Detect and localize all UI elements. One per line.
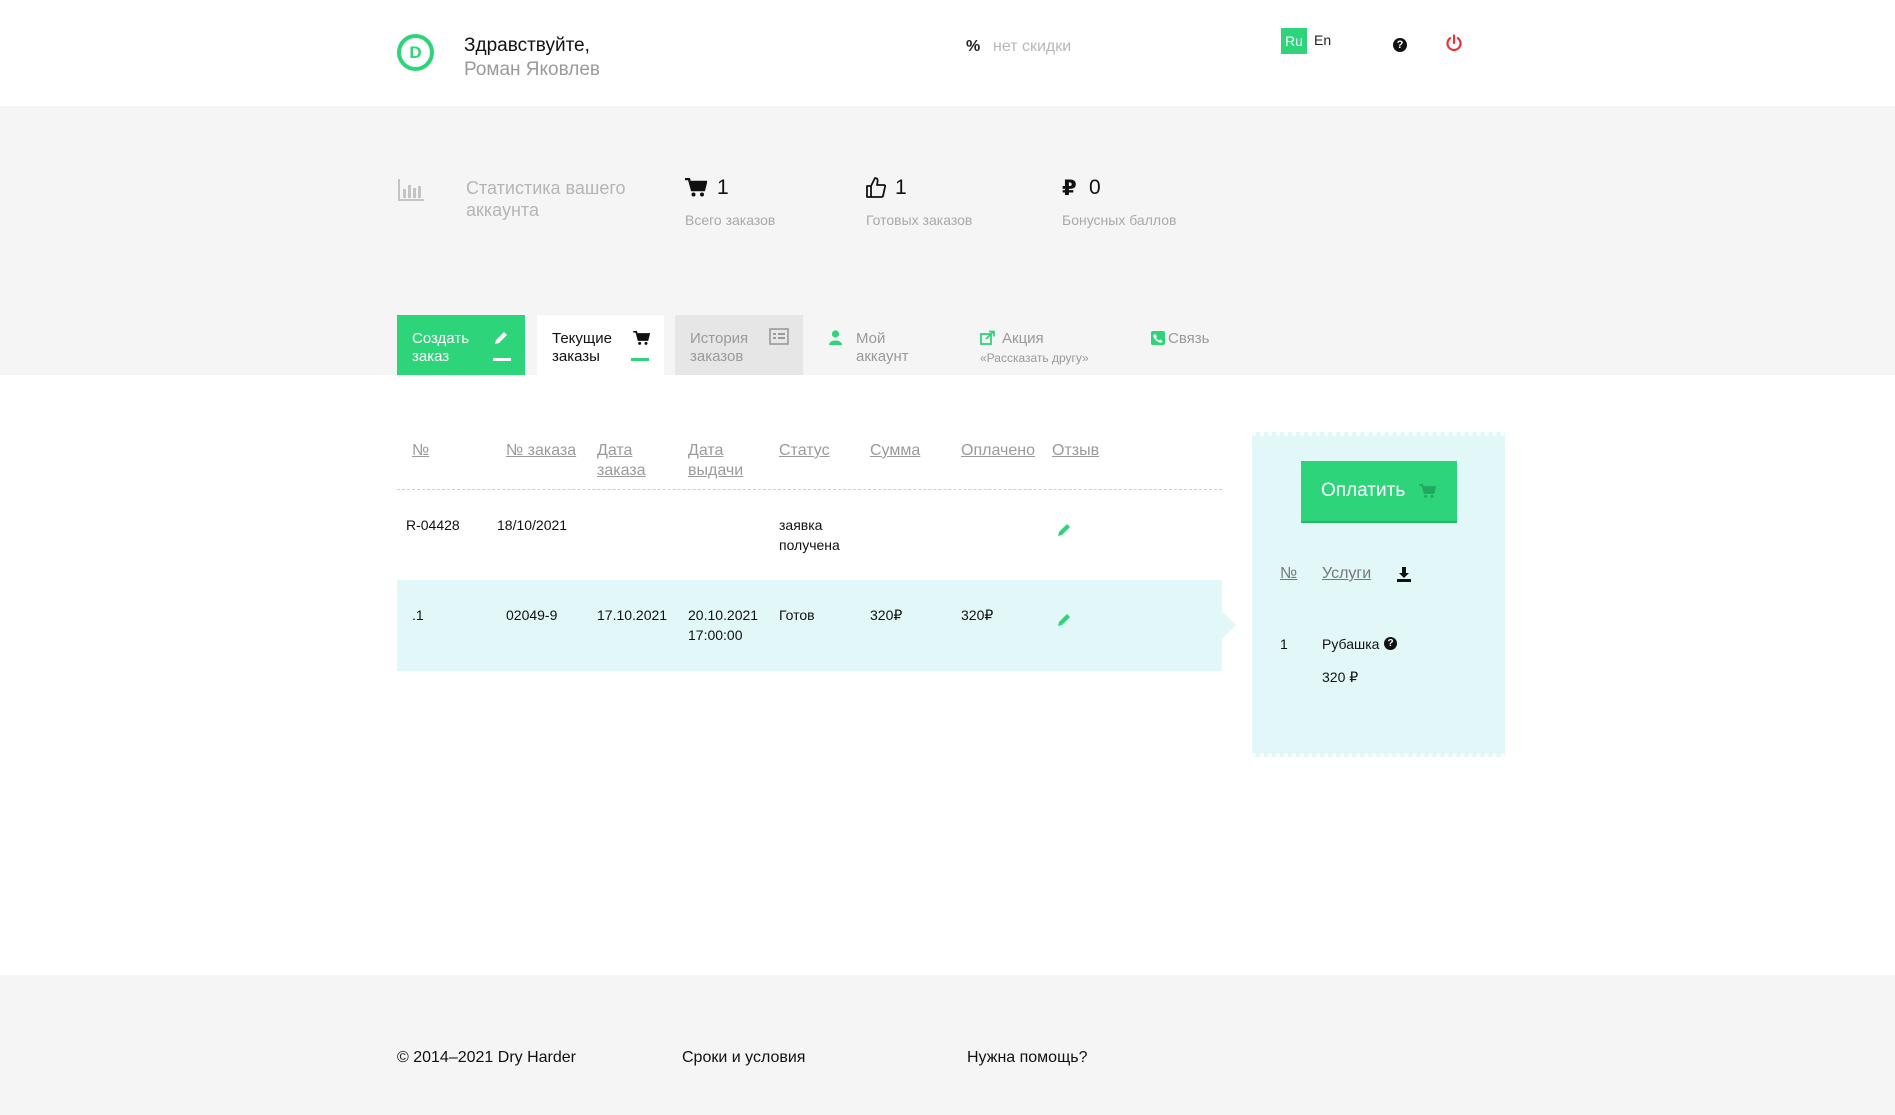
greeting: Здравствуйте, [464,35,590,56]
col-header-status[interactable]: Статус [779,441,830,461]
side-col-services[interactable]: Услуги [1322,565,1371,583]
cell-order-date: 17.10.2021 [597,607,668,623]
lang-ru-button[interactable]: Ru [1281,28,1307,54]
discount-status: нет скидки [993,38,1072,55]
tab-underline [631,358,649,361]
cart-icon [633,331,650,345]
col-header-review[interactable]: Отзыв [1052,441,1099,461]
stats-band [0,106,1895,375]
col-header-order[interactable]: № заказа [506,441,576,461]
side-col-num[interactable]: № [1280,565,1297,583]
cell-paid: 320₽ [961,607,994,623]
ready-orders-label: Готовых заказов [866,212,973,228]
table-row[interactable]: R-04428 18/10/2021 заявка получена [397,490,1222,580]
logo-icon[interactable] [397,34,434,71]
cart-icon [1419,484,1436,498]
user-name: Роман Яковлев [464,59,601,80]
share-icon [980,330,995,345]
tab-current-orders[interactable]: Текущие заказы [537,315,664,375]
thumbs-up-icon [866,177,886,198]
tab-create-order[interactable]: Создать заказ [397,315,525,375]
cell-order: R-04428 [406,517,460,533]
cart-icon [685,178,707,197]
bar-chart-icon [398,179,424,201]
table-row-selected[interactable]: .1 02049-9 17.10.2021 20.10.2021 17:00:0… [397,580,1236,671]
download-icon[interactable] [1396,566,1412,582]
footer [0,975,1895,1115]
service-name: Рубашка [1322,636,1380,652]
col-header-num[interactable]: № [412,441,429,461]
stats-title: Статистика вашего аккаунта [466,178,626,220]
tab-create-label: Создать заказ [412,330,470,365]
review-pencil-icon[interactable] [1056,522,1072,538]
cell-order-date: 18/10/2021 [497,517,568,533]
phone-icon [1151,331,1165,345]
cell-order: 02049-9 [506,607,558,623]
user-icon [829,330,842,345]
lang-en-button[interactable]: En [1314,32,1331,48]
service-num: 1 [1280,636,1288,652]
tab-underline [493,358,511,361]
review-pencil-icon[interactable] [1056,612,1072,628]
cell-status: Готов [779,607,815,623]
cell-num: .1 [412,607,424,623]
bonus-points-label: Бонусных баллов [1062,212,1177,228]
footer-copyright: © 2014–2021 Dry Harder [397,1049,576,1066]
tab-account-label: Мой аккаунт [856,330,909,365]
cell-sum: 320₽ [870,607,903,623]
bonus-points-value: 0 [1089,176,1101,199]
ready-orders-value: 1 [895,176,907,199]
col-header-paid[interactable]: Оплачено [961,441,1035,461]
tab-promo-label: Акция [1002,330,1044,347]
pay-button-label: Оплатить [1321,480,1406,501]
percent-icon: % [966,38,981,55]
tab-history-label: История заказов [690,330,749,365]
col-header-sum[interactable]: Сумма [870,441,920,461]
pay-button[interactable]: Оплатить [1301,461,1457,523]
total-orders-label: Всего заказов [685,212,776,228]
col-header-issue-date[interactable]: Дата выдачи [688,441,748,481]
tab-promo-sub: «Рассказать другу» [980,351,1089,365]
header: Здравствуйте, Роман Яковлев % нет скидки… [0,0,1895,106]
power-icon[interactable] [1444,33,1464,53]
col-header-order-date[interactable]: Дата заказа [597,441,657,481]
help-icon[interactable]: ? [1393,38,1407,52]
pencil-icon [495,332,507,344]
total-orders-value: 1 [717,176,729,199]
footer-terms-link[interactable]: Сроки и условия [682,1049,805,1067]
service-price: 320 ₽ [1322,669,1359,685]
ruble-icon: ₽ [1062,177,1077,200]
cell-status: заявка получена [779,517,840,553]
help-icon[interactable]: ? [1384,637,1397,650]
tab-current-label: Текущие заказы [552,330,612,365]
tab-order-history[interactable]: История заказов [675,315,803,375]
list-icon [769,328,789,345]
tab-contact-label: Связь [1168,330,1210,347]
cell-issue-date: 20.10.2021 17:00:00 [688,607,759,643]
footer-help-link[interactable]: Нужна помощь? [967,1049,1087,1067]
